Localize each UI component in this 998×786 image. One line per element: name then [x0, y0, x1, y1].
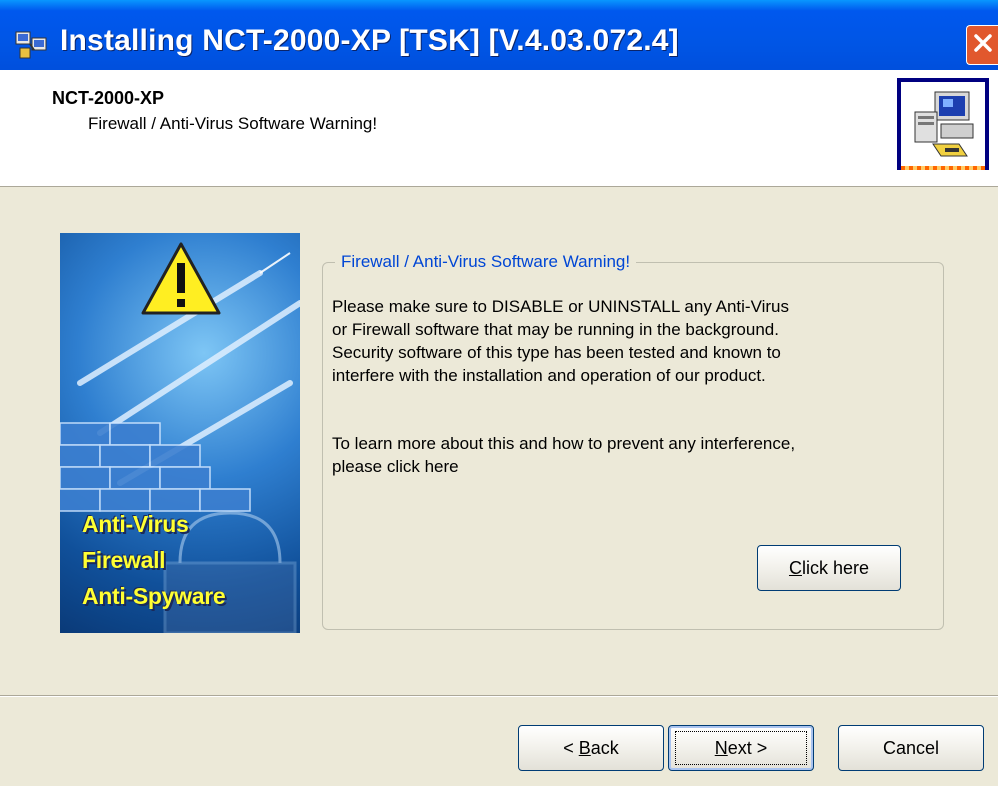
installer-app-icon [14, 28, 48, 62]
groupbox-legend: Firewall / Anti-Virus Software Warning! [335, 252, 637, 272]
click-here-label: Click here [788, 557, 870, 578]
cancel-button[interactable]: Cancel [838, 725, 984, 771]
footer-separator [0, 695, 998, 697]
header-subtitle: Firewall / Anti-Virus Software Warning! [88, 114, 378, 133]
focus-ring [675, 731, 807, 765]
warning-line: interfere with the installation and oper… [332, 366, 766, 385]
warning-triangle-icon [140, 241, 222, 317]
banner-line-firewall: Firewall [82, 547, 166, 573]
learn-more-line: please click here [332, 457, 459, 476]
learn-more-line: To learn more about this and how to prev… [332, 434, 796, 453]
next-button[interactable]: Next > [668, 725, 814, 771]
window-title: Installing NCT-2000-XP [TSK] [V.4.03.072… [60, 24, 679, 57]
computer-setup-icon [897, 78, 989, 170]
cancel-label: Cancel [882, 737, 940, 758]
header-icon-stripe [901, 166, 985, 170]
warning-paragraph: Please make sure to DISABLE or UNINSTALL… [332, 295, 932, 387]
click-here-button[interactable]: Click here [757, 545, 901, 591]
close-button[interactable] [966, 25, 998, 65]
banner-line-antivirus: Anti-Virus [82, 511, 189, 537]
header-title: NCT-2000-XP [52, 88, 165, 108]
security-banner-image: Anti-Virus Firewall Anti-Spyware [60, 233, 300, 633]
warning-line: or Firewall software that may be running… [332, 320, 779, 339]
learn-more-paragraph: To learn more about this and how to prev… [332, 432, 932, 478]
warning-line: Please make sure to DISABLE or UNINSTALL… [332, 297, 789, 316]
back-button[interactable]: < Back [518, 725, 664, 771]
back-label: < Back [563, 737, 619, 758]
wizard-header: NCT-2000-XP Firewall / Anti-Virus Softwa… [0, 70, 998, 187]
close-icon [973, 33, 993, 58]
warning-line: Security software of this type has been … [332, 343, 781, 362]
banner-line-antispyware: Anti-Spyware [82, 583, 226, 609]
